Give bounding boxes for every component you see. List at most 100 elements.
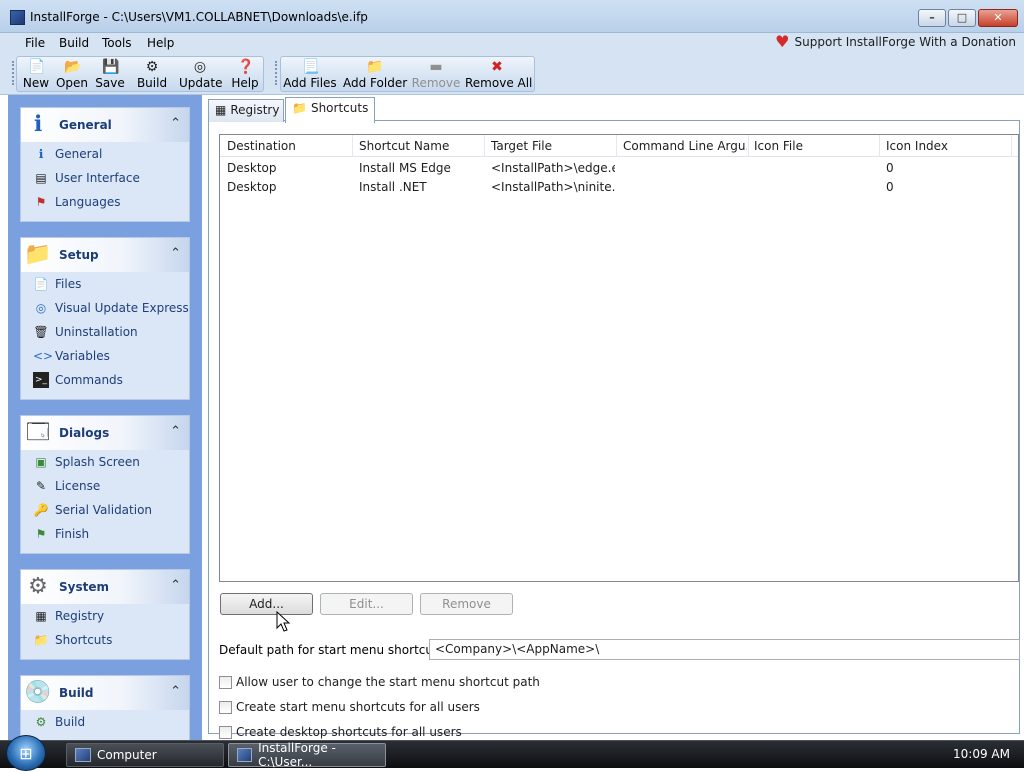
menu-bar: File Build Tools Help ♥ Support InstallF… [0,33,1024,53]
option-allow-change-path[interactable]: Allow user to change the start menu shor… [219,675,540,689]
tab-registry-label: Registry [230,103,280,117]
mouse-cursor-icon [276,611,291,632]
collapse-icon[interactable]: ⌃ [170,116,181,131]
panel-dialogs-header[interactable]: 🗔 Dialogs ⌃ [21,416,189,450]
build-button[interactable]: ⚙ Build [135,57,169,91]
option-label: Create desktop shortcuts for all users [236,725,462,739]
sidebar-item-label: Finish [55,527,90,541]
close-button[interactable]: ✕ [978,9,1018,27]
languages-icon: ⚑ [35,195,47,209]
info-small-icon: ℹ [38,147,44,161]
serial-icon: 🔑 [33,503,49,517]
checkbox[interactable] [219,700,232,714]
sidebar-item-visual-update-express[interactable]: ◎ Visual Update Express [33,298,189,318]
finish-icon: ⚑ [35,527,47,541]
update-button[interactable]: ◎ Update [179,57,222,91]
tab-registry[interactable]: ▦ Registry [208,99,284,122]
sidebar-item-variables[interactable]: <> Variables [33,346,110,366]
sidebar-item-serial-validation[interactable]: 🔑 Serial Validation [33,500,153,520]
column-separator[interactable] [616,135,617,157]
sidebar-item-label: Visual Update Express [55,301,189,315]
taskbar-item-installforge[interactable]: InstallForge - C:\User... [228,741,386,769]
start-button[interactable]: ⊞ [6,735,46,771]
column-icon-file[interactable]: Icon File [754,139,878,153]
default-path-label: Default path for start menu shortcuts: [219,643,448,657]
option-desktop-all-users[interactable]: Create desktop shortcuts for all users [219,725,462,739]
collapse-icon[interactable]: ⌃ [170,578,181,593]
menu-file[interactable]: File [25,36,45,50]
toolbar-grip[interactable] [12,61,14,85]
open-button[interactable]: 📂 Open [55,57,89,91]
column-separator[interactable] [879,135,880,157]
cell-shortcut-name: Install .NET [359,180,427,194]
option-label: Create start menu shortcuts for all user… [236,700,480,714]
close-icon: ✕ [993,11,1003,24]
tab-shortcuts[interactable]: 📁 Shortcuts [285,97,375,123]
maximize-button[interactable]: □ [948,9,976,27]
edit-button[interactable]: Edit... [320,593,413,615]
remove-toolbar-button[interactable]: ▬ Remove [411,57,461,91]
remove-button[interactable]: Remove [420,593,513,615]
column-destination[interactable]: Destination [227,139,351,153]
collapse-icon[interactable]: ⌃ [170,246,181,261]
column-icon-index[interactable]: Icon Index [886,139,1010,153]
sidebar-item-files[interactable]: 📄 Files [33,274,82,294]
menu-build[interactable]: Build [59,36,89,50]
add-button[interactable]: Add... [220,593,313,615]
donate-link[interactable]: ♥ Support InstallForge With a Donation [775,34,1016,50]
checkbox[interactable] [219,725,232,739]
sidebar-item-build[interactable]: ⚙ Build [33,712,86,732]
column-command-line[interactable]: Command Line Argu... [623,139,747,153]
collapse-icon[interactable]: ⌃ [170,684,181,699]
table-row[interactable]: Desktop Install MS Edge <InstallPath>\ed… [220,159,1018,178]
sidebar-item-finish[interactable]: ⚑ Finish [33,524,90,544]
registry-tab-icon: ▦ [215,103,227,117]
panel-system: ⚙ System ⌃ ▦ Registry 📁 Shortcuts [20,569,190,660]
panel-build-header[interactable]: 💿 Build ⌃ [21,676,189,710]
sidebar-item-splash-screen[interactable]: ▣ Splash Screen [33,452,140,472]
build-gear-icon: ⚙ [145,59,159,75]
collapse-icon[interactable]: ⌃ [170,424,181,439]
column-separator[interactable] [748,135,749,157]
panel-setup-header[interactable]: 📁 Setup ⌃ [21,238,189,272]
add-folder-label: Add Folder [343,76,408,90]
default-path-field[interactable]: <Company>\<AppName>\ [429,639,1020,660]
new-button[interactable]: 📄 New [19,57,53,91]
panel-general-header[interactable]: ℹ General ⌃ [21,108,189,142]
remove-all-button[interactable]: ✖ Remove All [465,57,532,91]
column-shortcut-name[interactable]: Shortcut Name [359,139,483,153]
sidebar-item-license[interactable]: ✎ License [33,476,100,496]
sidebar-item-languages[interactable]: ⚑ Languages [33,192,121,212]
clock[interactable]: 10:09 AM [953,747,1010,761]
save-button[interactable]: 💾 Save [93,57,127,91]
column-separator[interactable] [352,135,353,157]
sidebar-item-general[interactable]: ℹ General [33,144,103,164]
column-separator[interactable] [1011,135,1012,157]
checkbox[interactable] [219,675,232,689]
column-separator[interactable] [484,135,485,157]
sidebar-item-user-interface[interactable]: ▤ User Interface [33,168,140,188]
table-row[interactable]: Desktop Install .NET <InstallPath>\ninit… [220,178,1018,197]
help-button[interactable]: ❓ Help [229,57,261,91]
menu-help[interactable]: Help [147,36,174,50]
panel-system-header[interactable]: ⚙ System ⌃ [21,570,189,604]
installforge-taskbar-icon [237,748,253,762]
taskbar-item-computer[interactable]: Computer [66,743,224,767]
toolbar-grip-2[interactable] [275,61,277,85]
minimize-button[interactable]: – [918,9,946,27]
sidebar-item-shortcuts[interactable]: 📁 Shortcuts [33,630,113,650]
sidebar-item-registry[interactable]: ▦ Registry [33,606,104,626]
window-icon: ▤ [35,171,47,185]
option-start-menu-all-users[interactable]: Create start menu shortcuts for all user… [219,700,480,714]
shortcut-icon: 📁 [33,633,49,647]
shortcuts-table[interactable]: Destination Shortcut Name Target File Co… [219,134,1019,582]
add-files-label: Add Files [283,76,337,90]
sidebar-item-commands[interactable]: >_ Commands [33,370,123,390]
menu-tools[interactable]: Tools [102,36,132,50]
info-icon: ℹ [33,112,43,137]
add-files-button[interactable]: 📃 Add Files [283,57,337,91]
column-target-file[interactable]: Target File [491,139,615,153]
sidebar-item-uninstallation[interactable]: 🗑 Uninstallation [33,322,137,342]
panel-build-title: Build [59,686,94,700]
add-folder-button[interactable]: 📁 Add Folder [343,57,408,91]
